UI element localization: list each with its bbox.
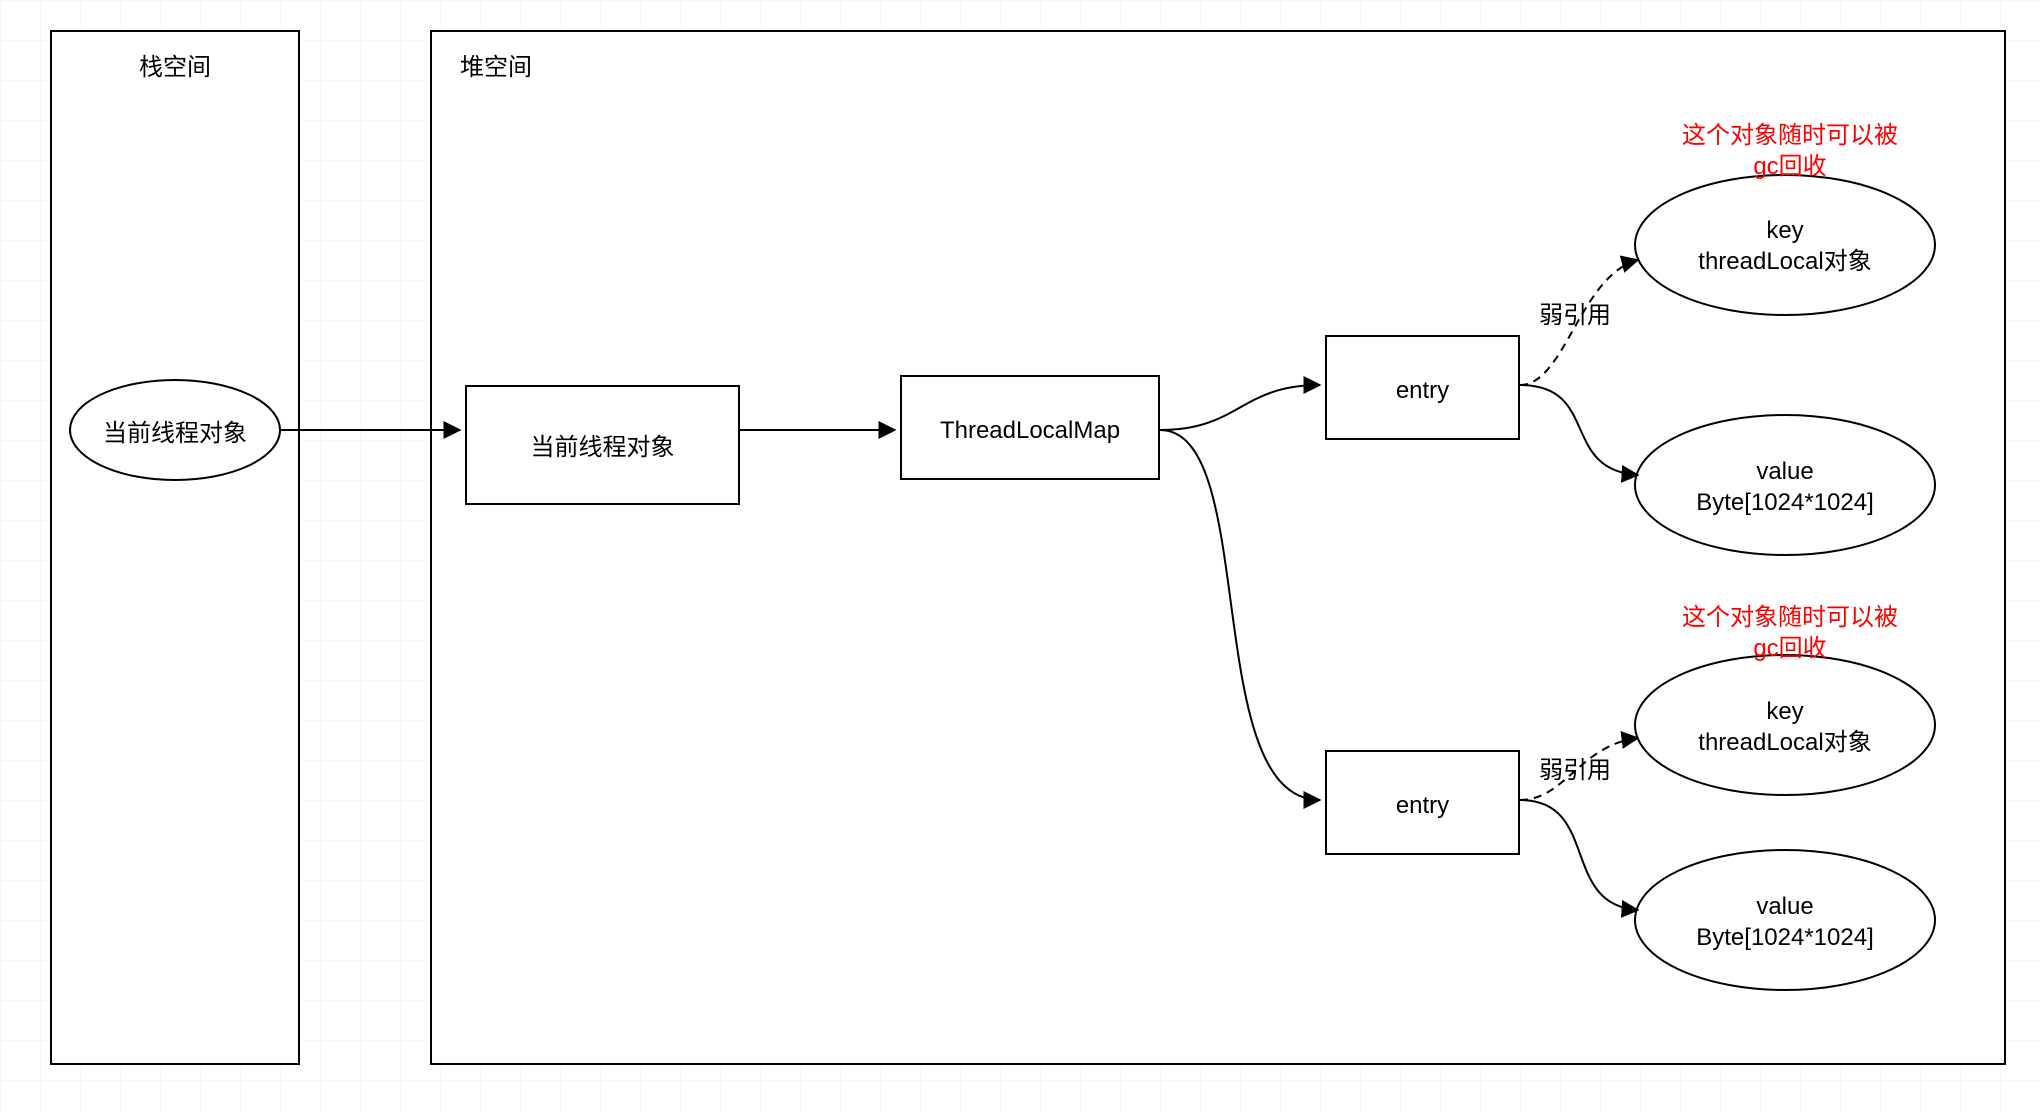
gc-note-2: 这个对象随时可以被 gc回收 bbox=[1640, 602, 1940, 664]
gc-note-1-line2: gc回收 bbox=[1753, 153, 1826, 180]
value1-line1: value bbox=[1756, 458, 1813, 485]
key2-line2: threadLocal对象 bbox=[1698, 729, 1871, 756]
value1-line2: Byte[1024*1024] bbox=[1696, 489, 1873, 516]
weak-ref-2: 弱引用 bbox=[1520, 755, 1630, 786]
key2-text: key threadLocal对象 bbox=[1635, 696, 1935, 758]
entry2-label: entry bbox=[1325, 790, 1520, 821]
value2-text: value Byte[1024*1024] bbox=[1635, 891, 1935, 953]
tlm-label: ThreadLocalMap bbox=[900, 415, 1160, 446]
stack-space-title: 栈空间 bbox=[50, 52, 300, 83]
stack-space-container bbox=[50, 30, 300, 1065]
key1-line2: threadLocal对象 bbox=[1698, 248, 1871, 275]
gc-note-2-line2: gc回收 bbox=[1753, 635, 1826, 662]
stack-thread-label: 当前线程对象 bbox=[70, 418, 280, 449]
gc-note-2-line1: 这个对象随时可以被 bbox=[1682, 604, 1898, 631]
weak-ref-1: 弱引用 bbox=[1520, 300, 1630, 331]
key2-line1: key bbox=[1766, 698, 1803, 725]
value1-text: value Byte[1024*1024] bbox=[1635, 456, 1935, 518]
gc-note-1: 这个对象随时可以被 gc回收 bbox=[1640, 120, 1940, 182]
value2-line2: Byte[1024*1024] bbox=[1696, 924, 1873, 951]
key1-line1: key bbox=[1766, 217, 1803, 244]
heap-space-title: 堆空间 bbox=[460, 52, 620, 83]
entry1-label: entry bbox=[1325, 375, 1520, 406]
gc-note-1-line1: 这个对象随时可以被 bbox=[1682, 122, 1898, 149]
heap-thread-label: 当前线程对象 bbox=[465, 432, 740, 463]
key1-text: key threadLocal对象 bbox=[1635, 215, 1935, 277]
value2-line1: value bbox=[1756, 893, 1813, 920]
